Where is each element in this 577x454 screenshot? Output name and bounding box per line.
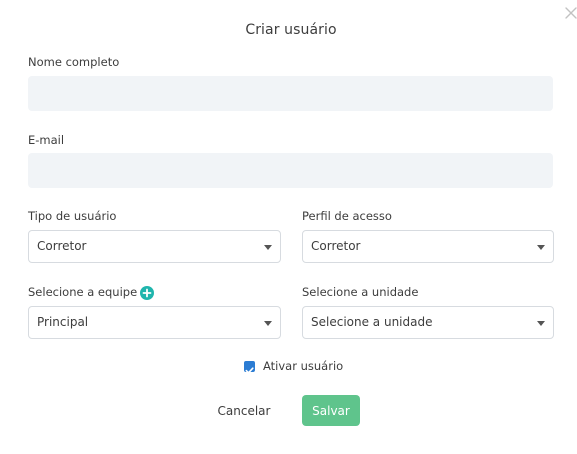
plus-circle-icon[interactable] <box>140 285 154 300</box>
activate-user-label: Ativar usuário <box>263 359 344 373</box>
user-type-label: Tipo de usuário <box>28 209 117 223</box>
modal-title: Criar usuário <box>245 22 337 38</box>
team-label: Selecione a equipe <box>28 285 138 299</box>
check-icon <box>245 367 254 374</box>
email-label: E-mail <box>28 133 65 147</box>
caret-down-icon <box>264 321 272 326</box>
caret-down-icon <box>537 245 545 250</box>
access-profile-select[interactable]: Corretor <box>302 230 554 263</box>
unit-select[interactable]: Selecione a unidade <box>302 306 554 339</box>
access-profile-value: Corretor <box>311 239 361 253</box>
unit-value: Selecione a unidade <box>311 315 433 329</box>
caret-down-icon <box>264 245 272 250</box>
user-type-value: Corretor <box>37 239 87 253</box>
close-icon[interactable] <box>564 5 577 19</box>
team-select[interactable]: Principal <box>28 306 281 339</box>
email-input[interactable] <box>28 153 553 188</box>
save-button[interactable]: Salvar <box>302 395 360 426</box>
user-type-select[interactable]: Corretor <box>28 230 281 263</box>
create-user-modal: Criar usuário Nome completo E-mail Tipo … <box>0 0 577 454</box>
full-name-input[interactable] <box>28 76 553 111</box>
caret-down-icon <box>537 321 545 326</box>
team-value: Principal <box>37 315 89 329</box>
access-profile-label: Perfil de acesso <box>302 209 392 223</box>
cancel-button[interactable]: Cancelar <box>210 396 278 426</box>
activate-user-checkbox[interactable] <box>244 361 255 374</box>
unit-label: Selecione a unidade <box>302 285 419 299</box>
full-name-label: Nome completo <box>28 55 120 69</box>
